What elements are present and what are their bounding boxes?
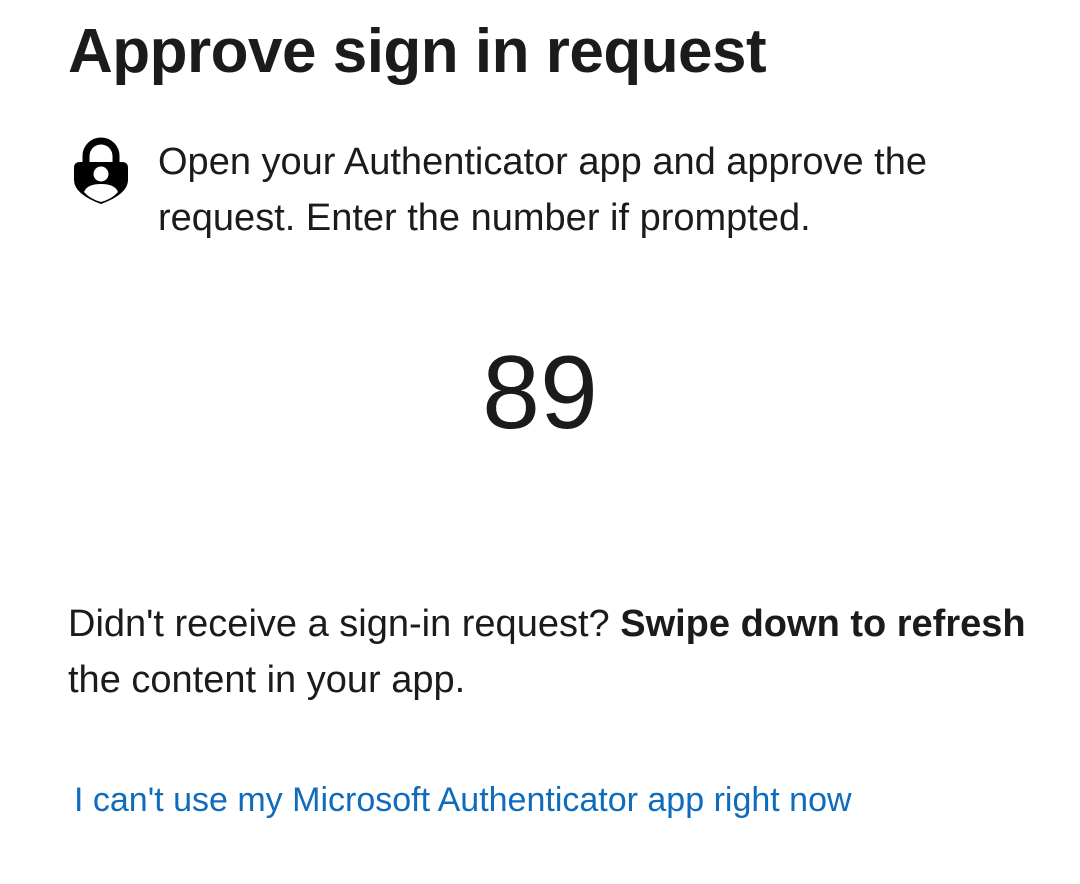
help-text: Didn't receive a sign-in request? Swipe … bbox=[68, 596, 1028, 708]
instruction-text: Open your Authenticator app and approve … bbox=[158, 141, 927, 239]
page-title: Approve sign in request bbox=[68, 17, 767, 86]
number-match-display: 89 bbox=[482, 335, 598, 451]
help-text-suffix: the content in your app. bbox=[68, 659, 466, 701]
help-text-bold: Swipe down to refresh bbox=[620, 603, 1026, 645]
cant-use-authenticator-link[interactable]: I can't use my Microsoft Authenticator a… bbox=[74, 776, 852, 824]
instruction-row: Open your Authenticator app and approve … bbox=[70, 136, 1020, 246]
help-text-prefix: Didn't receive a sign-in request? bbox=[68, 603, 621, 645]
authenticator-lock-icon bbox=[70, 136, 132, 206]
